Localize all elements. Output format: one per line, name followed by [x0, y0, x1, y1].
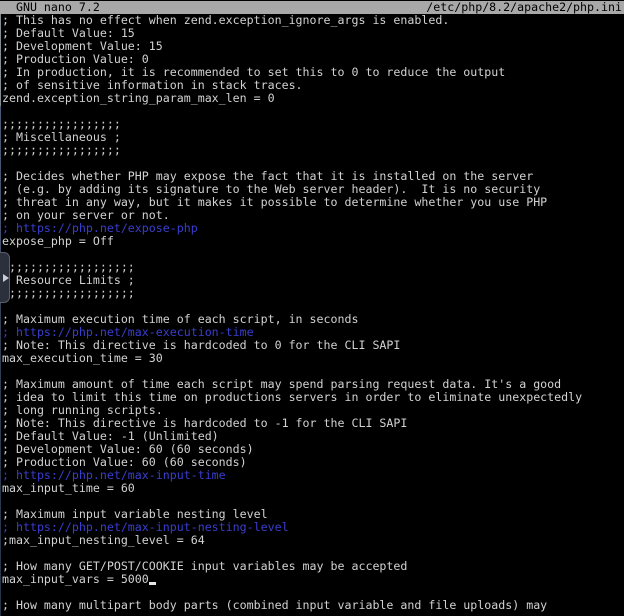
editor-line: ; https://php.net/expose-php: [0, 222, 624, 235]
editor-line: ; Development Value: 15: [0, 40, 624, 53]
editor-line: ; How many GET/POST/COOKIE input variabl…: [0, 560, 624, 573]
editor-blank-line: [0, 586, 624, 599]
editor-blank-line: [0, 495, 624, 508]
editor-line: ; Maximum input variable nesting level: [0, 508, 624, 521]
editor-line: ; How many multipart body parts (combine…: [0, 599, 624, 612]
editor-blank-line: [0, 105, 624, 118]
editor-line: ; Note: This directive is hardcoded to 0…: [0, 339, 624, 352]
nano-titlebar: GNU nano 7.2 /etc/php/8.2/apache2/php.in…: [0, 1, 624, 14]
editor-line: ;;;;;;;;;;;;;;;;;;;: [0, 287, 624, 300]
editor-line: max_execution_time = 30: [0, 352, 624, 365]
editor-line: ; https://php.net/max-input-time: [0, 469, 624, 482]
editor-line: ;;;;;;;;;;;;;;;;;: [0, 144, 624, 157]
editor-line: ; Resource Limits ;: [0, 274, 624, 287]
editor-blank-line: [0, 547, 624, 560]
editor-line: max_input_vars = 5000: [0, 573, 624, 586]
nano-app-title: GNU nano 7.2: [0, 1, 100, 14]
editor-area[interactable]: ; This has no effect when zend.exception…: [0, 14, 624, 616]
editor-line: ; idea to limit this time on productions…: [0, 391, 624, 404]
editor-line: ; on your server or not.: [0, 209, 624, 222]
editor-line: ; Default Value: 15: [0, 27, 624, 40]
editor-line: ; of sensitive information in stack trac…: [0, 79, 624, 92]
editor-blank-line: [0, 365, 624, 378]
text-cursor: [149, 573, 156, 586]
editor-line: ; https://php.net/max-input-nesting-leve…: [0, 521, 624, 534]
editor-line: ; Development Value: 60 (60 seconds): [0, 443, 624, 456]
side-panel-handle[interactable]: [0, 252, 10, 303]
file-path: /etc/php/8.2/apache2/php.ini: [426, 1, 624, 14]
editor-line: ;;;;;;;;;;;;;;;;;: [0, 118, 624, 131]
editor-line: ; https://php.net/max-execution-time: [0, 326, 624, 339]
arrow-right-icon: [3, 274, 9, 282]
editor-line: ; This has no effect when zend.exception…: [0, 14, 624, 27]
editor-line: ; Note: This directive is hardcoded to -…: [0, 417, 624, 430]
editor-line: ; In production, it is recommended to se…: [0, 66, 624, 79]
editor-line: ; Maximum execution time of each script,…: [0, 313, 624, 326]
editor-line: ;;;;;;;;;;;;;;;;;;;: [0, 261, 624, 274]
editor-line: ; long running scripts.: [0, 404, 624, 417]
editor-line: ; Maximum amount of time each script may…: [0, 378, 624, 391]
editor-line: max_input_time = 60: [0, 482, 624, 495]
editor-line: ; Default Value: -1 (Unlimited): [0, 430, 624, 443]
editor-line: ;max_input_nesting_level = 64: [0, 534, 624, 547]
editor-blank-line: [0, 248, 624, 261]
editor-line: ; threat in any way, but it makes it pos…: [0, 196, 624, 209]
editor-line: ; Production Value: 0: [0, 53, 624, 66]
editor-blank-line: [0, 157, 624, 170]
terminal-window: GNU nano 7.2 /etc/php/8.2/apache2/php.in…: [0, 0, 624, 616]
editor-line: expose_php = Off: [0, 235, 624, 248]
editor-line: zend.exception_string_param_max_len = 0: [0, 92, 624, 105]
editor-line: ; Decides whether PHP may expose the fac…: [0, 170, 624, 183]
editor-line: ; (e.g. by adding its signature to the W…: [0, 183, 624, 196]
editor-line: ; Production Value: 60 (60 seconds): [0, 456, 624, 469]
editor-blank-line: [0, 300, 624, 313]
editor-line: ; Miscellaneous ;: [0, 131, 624, 144]
